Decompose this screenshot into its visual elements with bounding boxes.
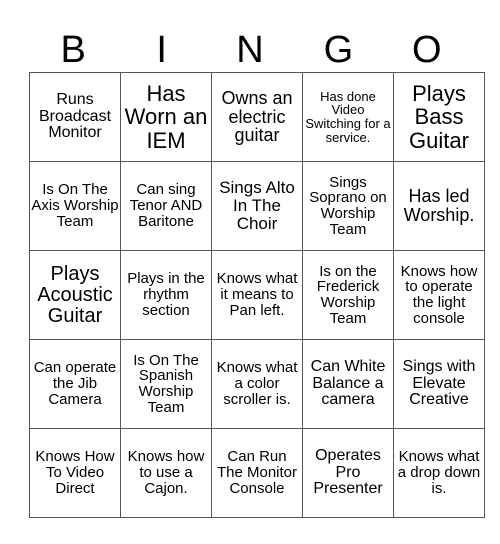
bingo-cell[interactable]: Can operate the Jib Camera (29, 339, 121, 429)
bingo-cell[interactable]: Knows How To Video Direct (29, 428, 121, 518)
bingo-cell[interactable]: Sings with Elevate Creative (393, 339, 485, 429)
bingo-cell[interactable]: Can sing Tenor AND Baritone (120, 161, 212, 251)
bingo-cell[interactable]: Owns an electric guitar (211, 72, 303, 162)
bingo-cell[interactable]: Sings Alto In The Choir (211, 161, 303, 251)
header-letter-n: N (236, 29, 264, 71)
bingo-cell[interactable]: Sings Soprano on Worship Team (302, 161, 394, 251)
bingo-cell[interactable]: Plays Bass Guitar (393, 72, 485, 162)
bingo-cell[interactable]: Knows what it means to Pan left. (211, 250, 303, 340)
grid-row: Plays Acoustic Guitar Plays in the rhyth… (29, 250, 485, 340)
bingo-cell[interactable]: Plays Acoustic Guitar (29, 250, 121, 340)
bingo-cell[interactable]: Is on the Frederick Worship Team (302, 250, 394, 340)
bingo-cell[interactable]: Knows what a drop down is. (393, 428, 485, 518)
bingo-cell[interactable]: Has Worn an IEM (120, 72, 212, 162)
bingo-cell[interactable]: Runs Broadcast Monitor (29, 72, 121, 162)
bingo-header: B I N G O (29, 28, 471, 72)
header-letter-i: I (156, 29, 167, 71)
bingo-cell[interactable]: Is On The Spanish Worship Team (120, 339, 212, 429)
header-letter-g: G (323, 29, 354, 71)
grid-row: Knows How To Video Direct Knows how to u… (29, 428, 485, 518)
header-letter-b: B (60, 29, 86, 71)
header-letter-o: O (412, 29, 442, 71)
bingo-cell[interactable]: Knows what a color scroller is. (211, 339, 303, 429)
bingo-cell[interactable]: Can White Balance a camera (302, 339, 394, 429)
bingo-cell[interactable]: Has done Video Switching for a service. (302, 72, 394, 162)
bingo-cell[interactable]: Operates Pro Presenter (302, 428, 394, 518)
bingo-cell[interactable]: Knows how to operate the light console (393, 250, 485, 340)
bingo-cell[interactable]: Is On The Axis Worship Team (29, 161, 121, 251)
grid-row: Can operate the Jib Camera Is On The Spa… (29, 339, 485, 429)
bingo-cell[interactable]: Plays in the rhythm section (120, 250, 212, 340)
bingo-cell[interactable]: Knows how to use a Cajon. (120, 428, 212, 518)
bingo-cell[interactable]: Can Run The Monitor Console (211, 428, 303, 518)
grid-row: Runs Broadcast Monitor Has Worn an IEM O… (29, 72, 485, 162)
grid-row: Is On The Axis Worship Team Can sing Ten… (29, 161, 485, 251)
bingo-grid: Runs Broadcast Monitor Has Worn an IEM O… (29, 72, 485, 518)
bingo-cell[interactable]: Has led Worship. (393, 161, 485, 251)
